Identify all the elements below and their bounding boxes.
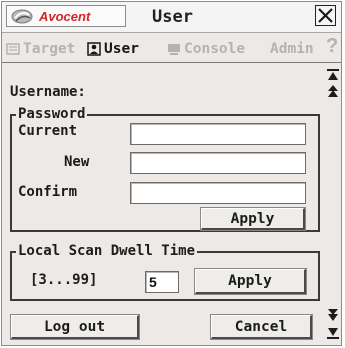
tab-target[interactable]: Target <box>6 37 75 61</box>
help-button[interactable]: ? <box>326 35 338 58</box>
cancel-button[interactable]: Cancel <box>210 314 313 340</box>
password-group-label: Password <box>16 106 88 122</box>
password-group: Password Current New Confirm Apply <box>10 106 320 232</box>
tab-bar: Target User Console Admin ? <box>2 33 341 63</box>
tab-user-label: User <box>104 41 139 57</box>
scroll-page-down-icon[interactable] <box>326 308 340 322</box>
avocent-logo: Avocent <box>6 5 126 27</box>
close-x-icon <box>318 8 333 23</box>
brand-name: Avocent <box>39 8 91 24</box>
tab-admin[interactable]: Admin <box>270 37 314 61</box>
target-icon <box>6 43 20 55</box>
tab-console-label: Console <box>184 41 246 57</box>
current-password-label: Current <box>18 123 78 139</box>
scroll-top-icon[interactable] <box>326 68 340 82</box>
avocent-logo-icon <box>11 9 33 23</box>
confirm-password-label: Confirm <box>18 184 78 200</box>
dwell-time-input[interactable] <box>145 271 179 293</box>
current-password-input[interactable] <box>130 123 306 145</box>
tab-user[interactable]: User <box>87 37 139 61</box>
dwell-apply-button[interactable]: Apply <box>194 268 307 295</box>
close-button[interactable] <box>315 5 336 26</box>
tab-target-label: Target <box>23 41 76 57</box>
password-apply-button[interactable]: Apply <box>200 207 306 231</box>
logout-button[interactable]: Log out <box>10 314 140 340</box>
dwell-range-label: [3...99] <box>30 272 98 288</box>
scroll-bottom-icon[interactable] <box>326 326 340 340</box>
confirm-password-input[interactable] <box>130 182 306 204</box>
title-bar: Avocent User <box>2 2 341 33</box>
user-icon <box>87 42 101 56</box>
scroll-page-up-icon[interactable] <box>326 84 340 98</box>
window-title: User <box>152 7 193 27</box>
user-dialog: Avocent User Target User Console Admin ?… <box>1 1 342 346</box>
dwell-time-group: Local Scan Dwell Time [3...99] Apply <box>10 243 320 301</box>
console-icon <box>168 44 180 55</box>
tab-admin-label: Admin <box>270 41 314 57</box>
tab-console[interactable]: Console <box>167 37 245 61</box>
username-label: Username: <box>10 84 86 100</box>
new-password-label: New <box>64 154 90 170</box>
dwell-time-group-label: Local Scan Dwell Time <box>16 243 198 259</box>
new-password-input[interactable] <box>130 152 306 174</box>
